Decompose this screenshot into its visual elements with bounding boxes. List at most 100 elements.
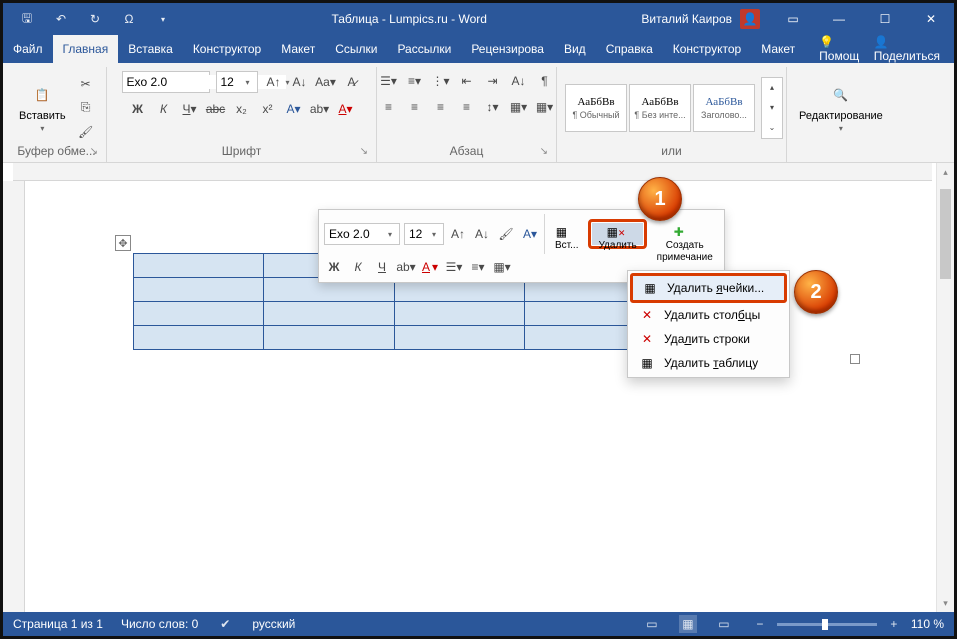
bullets-icon[interactable]: ☰▾ [379, 71, 399, 91]
mini-grow-font-icon[interactable]: A↑ [448, 223, 468, 245]
tab-file[interactable]: Файл [3, 35, 53, 63]
ribbon-display-icon[interactable]: ▭ [770, 3, 816, 35]
paragraph-launcher-icon[interactable]: ↘ [540, 146, 548, 157]
tab-insert[interactable]: Вставка [118, 35, 183, 63]
status-words[interactable]: Число слов: 0 [121, 617, 198, 631]
tab-review[interactable]: Рецензирова [461, 35, 554, 63]
tab-help[interactable]: Справка [596, 35, 663, 63]
menu-delete-table[interactable]: ▦ Удалить таблицу [630, 351, 787, 375]
avatar[interactable]: 👤 [740, 9, 760, 29]
mini-font-color-icon[interactable]: A▾ [420, 256, 440, 278]
strike-icon[interactable]: abc [206, 99, 226, 119]
mini-delete-button[interactable]: ▦✕ Удалить [592, 223, 642, 245]
align-right-icon[interactable]: ≡ [431, 97, 451, 117]
zoom-value[interactable]: 110 % [911, 617, 944, 631]
share-button[interactable]: 👤 Поделиться [874, 35, 940, 63]
font-name-combo[interactable]: ▾ [122, 71, 210, 93]
tab-mailings[interactable]: Рассылки [387, 35, 461, 63]
mini-size-combo[interactable]: ▾ [404, 223, 444, 245]
styles-down-icon[interactable]: ▾ [762, 98, 782, 118]
styles-up-icon[interactable]: ▴ [762, 78, 782, 98]
paste-button[interactable]: 📋 Вставить ▾ [15, 80, 70, 135]
clipboard-launcher-icon[interactable]: ↘ [90, 146, 98, 157]
styles-more-icon[interactable]: ⌄ [762, 118, 782, 138]
save-icon[interactable]: 🖫 [17, 9, 37, 29]
mini-highlight-icon[interactable]: ab▾ [396, 256, 416, 278]
maximize-button[interactable]: ☐ [862, 3, 908, 35]
tab-design[interactable]: Конструктор [183, 35, 271, 63]
redo-icon[interactable]: ↻ [85, 9, 105, 29]
tab-table-design[interactable]: Конструктор [663, 35, 751, 63]
text-effects-icon[interactable]: A▾ [284, 99, 304, 119]
mini-font-combo[interactable]: ▾ [324, 223, 400, 245]
menu-delete-rows[interactable]: ✕ Удалить строки [630, 327, 787, 351]
vertical-scrollbar[interactable]: ▴ ▾ [936, 163, 954, 612]
style-nospacing[interactable]: АаБбВв¶ Без инте... [629, 84, 691, 132]
scroll-up-icon[interactable]: ▴ [937, 163, 954, 181]
indent-dec-icon[interactable]: ⇤ [457, 71, 477, 91]
font-color-icon[interactable]: A▾ [336, 99, 356, 119]
mini-underline-icon[interactable]: Ч [372, 256, 392, 278]
view-read-icon[interactable]: ▭ [643, 615, 661, 633]
justify-icon[interactable]: ≡ [457, 97, 477, 117]
line-spacing-icon[interactable]: ↕▾ [483, 97, 503, 117]
scroll-thumb[interactable] [940, 189, 951, 279]
table-move-handle[interactable]: ✥ [115, 235, 131, 251]
status-page[interactable]: Страница 1 из 1 [13, 617, 103, 631]
vertical-ruler[interactable] [3, 181, 25, 612]
sort-icon[interactable]: A↓ [509, 71, 529, 91]
font-size-combo[interactable]: ▾ [216, 71, 258, 93]
menu-delete-cells[interactable]: ▦ Удалить ячейки... [630, 273, 787, 303]
status-language[interactable]: русский [252, 617, 295, 631]
mini-shrink-font-icon[interactable]: A↓ [472, 223, 492, 245]
mini-numbering-icon[interactable]: ≡▾ [468, 256, 488, 278]
horizontal-ruler[interactable] [13, 163, 932, 181]
tab-home[interactable]: Главная [53, 35, 119, 63]
tab-references[interactable]: Ссылки [325, 35, 387, 63]
subscript-icon[interactable]: x₂ [232, 99, 252, 119]
mini-insert-button[interactable]: ▦Вст... [549, 223, 584, 245]
mini-italic-icon[interactable]: К [348, 256, 368, 278]
align-left-icon[interactable]: ≡ [379, 97, 399, 117]
shading-icon[interactable]: ▦▾ [509, 97, 529, 117]
change-case-icon[interactable]: Aa▾ [316, 72, 336, 92]
highlight-icon[interactable]: ab▾ [310, 99, 330, 119]
user-name[interactable]: Виталий Каиров [641, 12, 732, 26]
numbering-icon[interactable]: ≡▾ [405, 71, 425, 91]
bold-icon[interactable]: Ж [128, 99, 148, 119]
grow-font-icon[interactable]: A↑ [264, 72, 284, 92]
style-normal[interactable]: АаБбВв¶ Обычный [565, 84, 627, 132]
align-center-icon[interactable]: ≡ [405, 97, 425, 117]
zoom-out-icon[interactable]: − [751, 615, 769, 633]
copy-icon[interactable]: ⎘ [76, 98, 96, 118]
qa-expand-icon[interactable]: ▾ [153, 9, 173, 29]
mini-comment-button[interactable]: ✚Создатьпримечание [651, 223, 719, 245]
italic-icon[interactable]: К [154, 99, 174, 119]
zoom-slider[interactable] [777, 623, 877, 626]
tab-table-layout[interactable]: Макет [751, 35, 805, 63]
format-painter-icon[interactable]: 🖌 [76, 122, 96, 142]
table-resize-handle[interactable] [850, 354, 860, 364]
superscript-icon[interactable]: x² [258, 99, 278, 119]
borders-icon[interactable]: ▦▾ [535, 97, 555, 117]
editing-button[interactable]: 🔍 Редактирование ▾ [795, 80, 887, 135]
shrink-font-icon[interactable]: A↓ [290, 72, 310, 92]
indent-inc-icon[interactable]: ⇥ [483, 71, 503, 91]
undo-icon[interactable]: ↶ [51, 9, 71, 29]
table-row[interactable] [134, 326, 655, 350]
view-web-icon[interactable]: ▭ [715, 615, 733, 633]
font-launcher-icon[interactable]: ↘ [360, 146, 368, 157]
tab-view[interactable]: Вид [554, 35, 596, 63]
mini-bullets-icon[interactable]: ☰▾ [444, 256, 464, 278]
table-row[interactable] [134, 302, 655, 326]
omega-icon[interactable]: Ω [119, 9, 139, 29]
mini-format-painter-icon[interactable]: 🖌 [496, 223, 516, 245]
spellcheck-icon[interactable]: ✔ [216, 615, 234, 633]
close-button[interactable]: ✕ [908, 3, 954, 35]
minimize-button[interactable]: ― [816, 3, 862, 35]
underline-icon[interactable]: Ч▾ [180, 99, 200, 119]
tab-layout[interactable]: Макет [271, 35, 325, 63]
mini-styles-icon[interactable]: A▾ [520, 223, 540, 245]
style-heading[interactable]: АаБбВвЗаголово... [693, 84, 755, 132]
showmarks-icon[interactable]: ¶ [535, 71, 555, 91]
